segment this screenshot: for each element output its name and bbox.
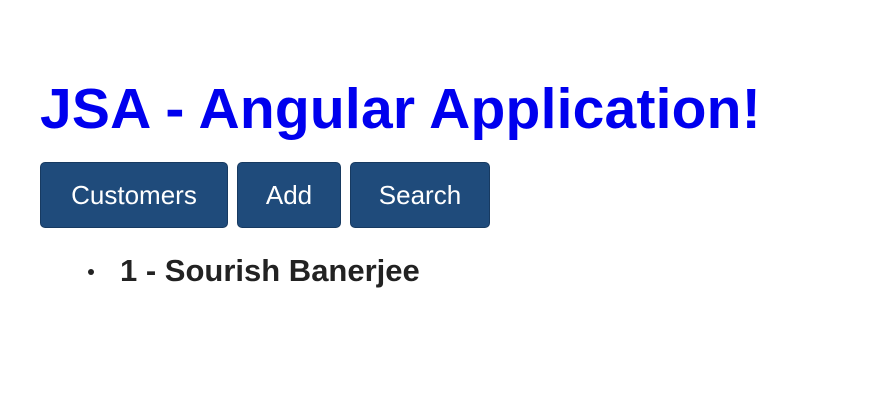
search-button[interactable]: Search <box>350 162 490 228</box>
customers-button[interactable]: Customers <box>40 162 228 228</box>
main-navigation: Customers Add Search <box>40 162 490 228</box>
add-button[interactable]: Add <box>237 162 341 228</box>
bullet-icon <box>88 269 94 275</box>
page-title: JSA - Angular Application! <box>40 77 761 141</box>
app-content: JSA - Angular Application! Customers Add… <box>40 76 860 288</box>
customer-label: 1 - Sourish Banerjee <box>120 253 420 288</box>
customer-list: 1 - Sourish Banerjee <box>88 252 420 290</box>
list-item: 1 - Sourish Banerjee <box>88 252 420 290</box>
